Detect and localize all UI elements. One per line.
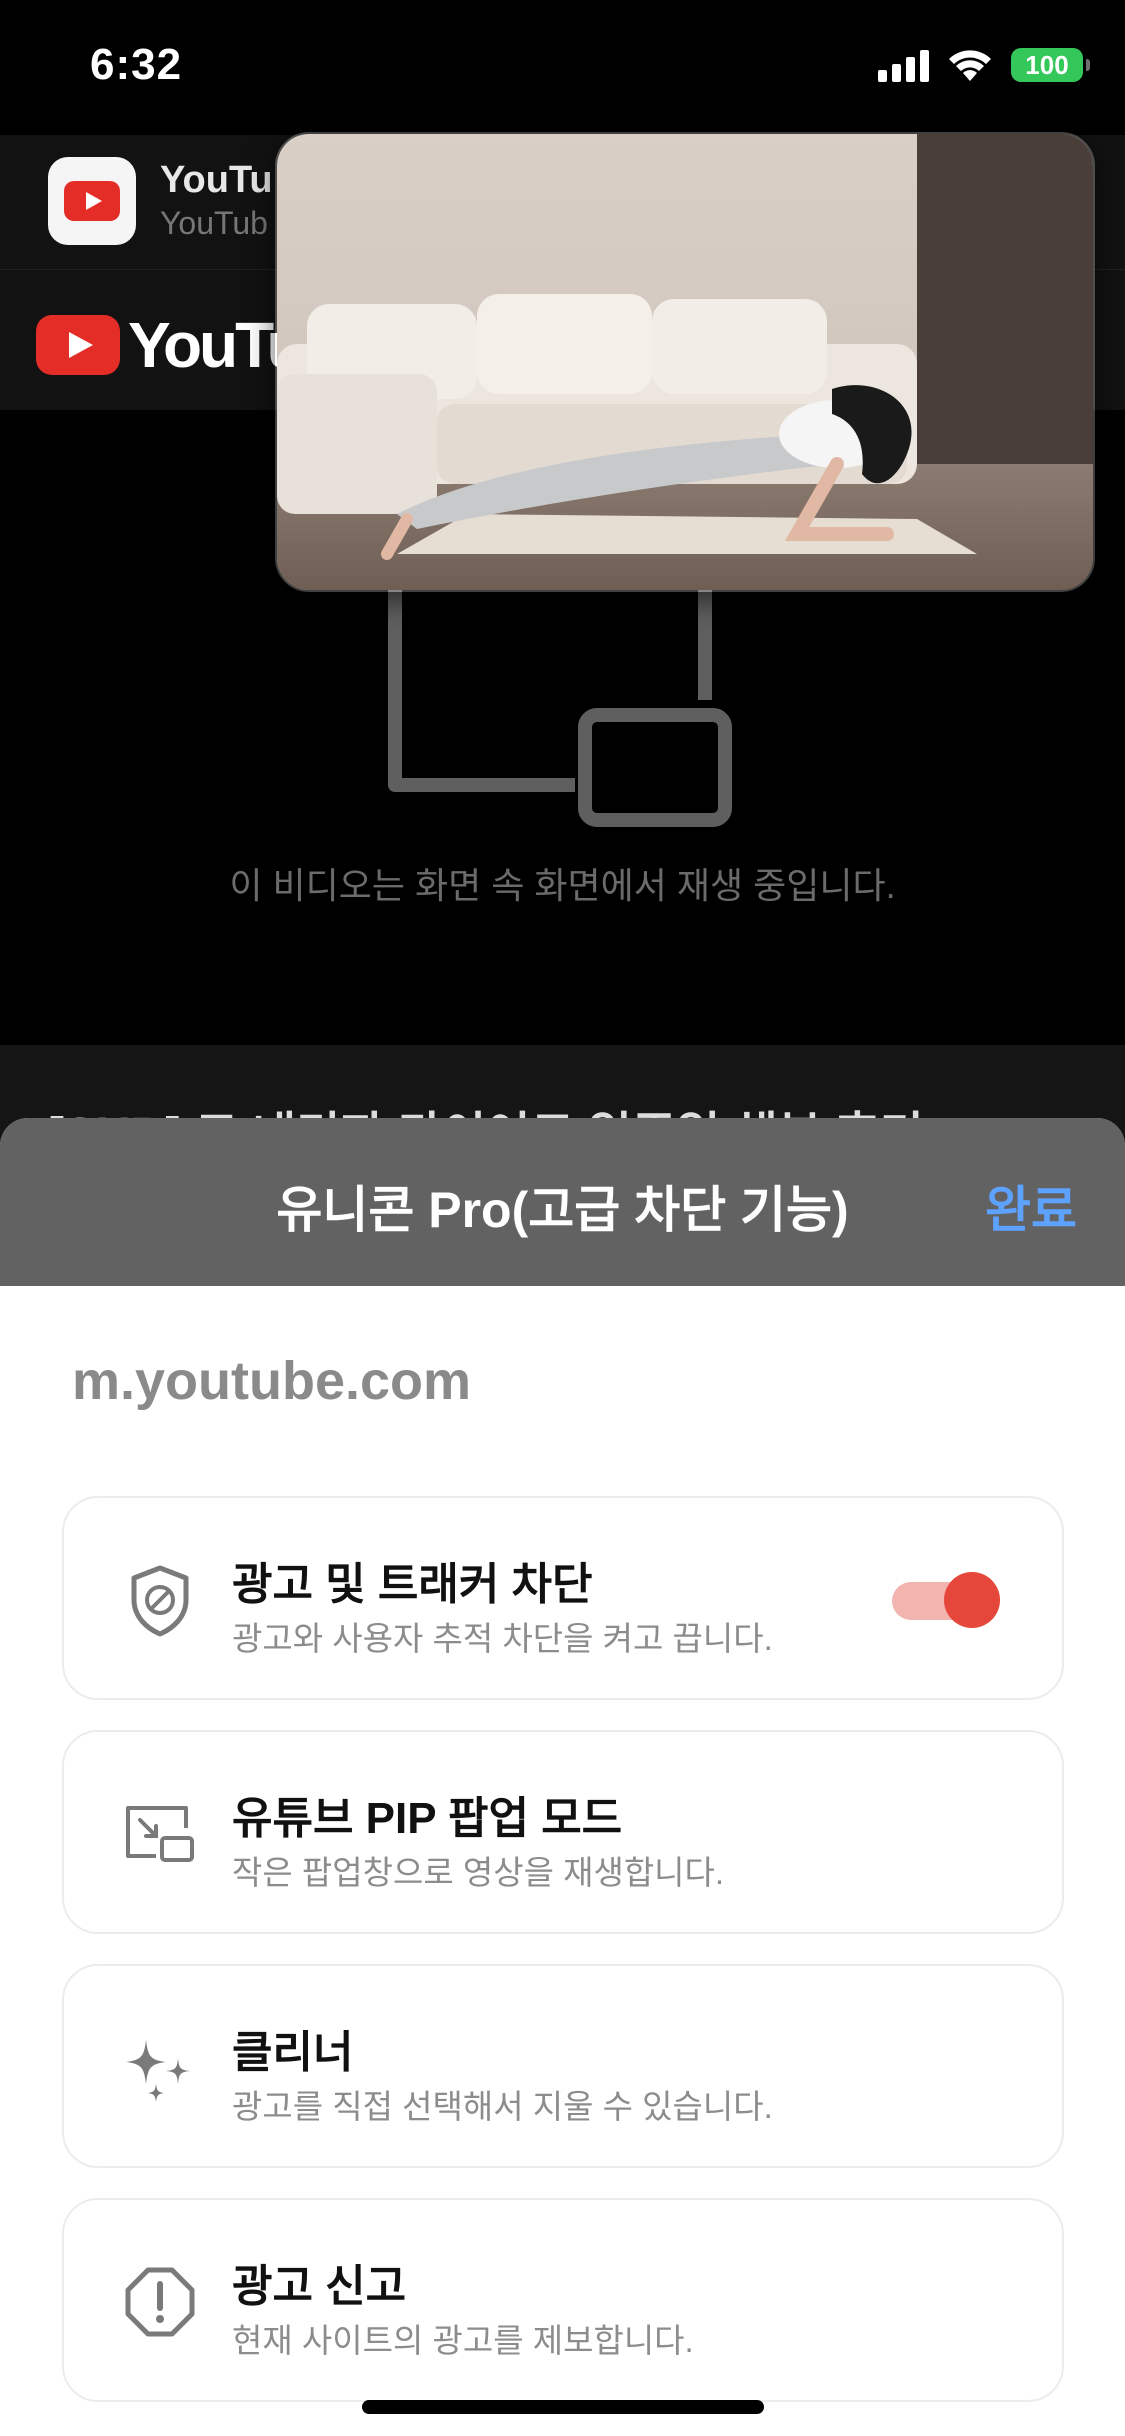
status-time: 6:32 <box>90 40 183 89</box>
status-indicators: 100 <box>878 48 1090 82</box>
youtube-app-icon <box>48 157 136 245</box>
pip-playing-message: 이 비디오는 화면 속 화면에서 재생 중입니다. <box>229 865 896 906</box>
option-description: 작은 팝업창으로 영상을 재생합니다. <box>232 1854 725 1891</box>
sheet-title: 유니콘 Pro(고급 차단 기능) <box>276 1182 849 1238</box>
option-title: 클리너 <box>232 2028 354 2077</box>
option-title: 광고 신고 <box>232 2262 407 2311</box>
video-frame <box>277 134 1093 590</box>
option-description: 광고와 사용자 추적 차단을 켜고 끕니다. <box>232 1620 773 1657</box>
picture-in-picture-icon <box>388 570 732 827</box>
sheet-header: 유니콘 Pro(고급 차단 기능) 완료 <box>0 1118 1125 1286</box>
shield-block-icon <box>131 1565 189 1637</box>
report-icon <box>125 2267 195 2337</box>
home-indicator[interactable] <box>362 2400 764 2414</box>
cleaner-option[interactable]: 클리너 광고를 직접 선택해서 지울 수 있습니다. <box>62 1964 1064 2168</box>
app-banner-name: YouTu <box>160 159 273 201</box>
app-banner-subtitle: YouTub <box>160 205 268 241</box>
cellular-signal-icon <box>878 48 929 82</box>
battery-icon: 100 <box>1011 48 1090 82</box>
option-description: 현재 사이트의 광고를 제보합니다. <box>232 2322 694 2359</box>
youtube-pip-option[interactable]: 유튜브 PIP 팝업 모드 작은 팝업창으로 영상을 재생합니다. <box>62 1730 1064 1934</box>
ad-tracker-block-option[interactable]: 광고 및 트래커 차단 광고와 사용자 추적 차단을 켜고 끕니다. <box>62 1496 1064 1700</box>
pip-icon <box>126 1806 194 1862</box>
done-button[interactable]: 완료 <box>985 1170 1077 1242</box>
option-title: 유튜브 PIP 팝업 모드 <box>232 1794 623 1843</box>
wifi-icon <box>949 50 991 81</box>
status-bar: 6:32 100 <box>0 0 1125 130</box>
youtube-play-icon <box>36 315 120 375</box>
ad-block-toggle[interactable] <box>892 1572 1000 1628</box>
option-description: 광고를 직접 선택해서 지울 수 있습니다. <box>232 2088 773 2125</box>
unicorn-pro-sheet: 유니콘 Pro(고급 차단 기능) 완료 m.youtube.com 광고 및 … <box>0 1118 1125 2436</box>
sparkles-icon <box>126 2040 190 2102</box>
pip-video-window[interactable] <box>275 132 1095 592</box>
option-title: 광고 및 트래커 차단 <box>232 1560 593 1609</box>
site-domain: m.youtube.com <box>72 1351 472 1411</box>
report-ad-option[interactable]: 광고 신고 현재 사이트의 광고를 제보합니다. <box>62 2198 1064 2402</box>
